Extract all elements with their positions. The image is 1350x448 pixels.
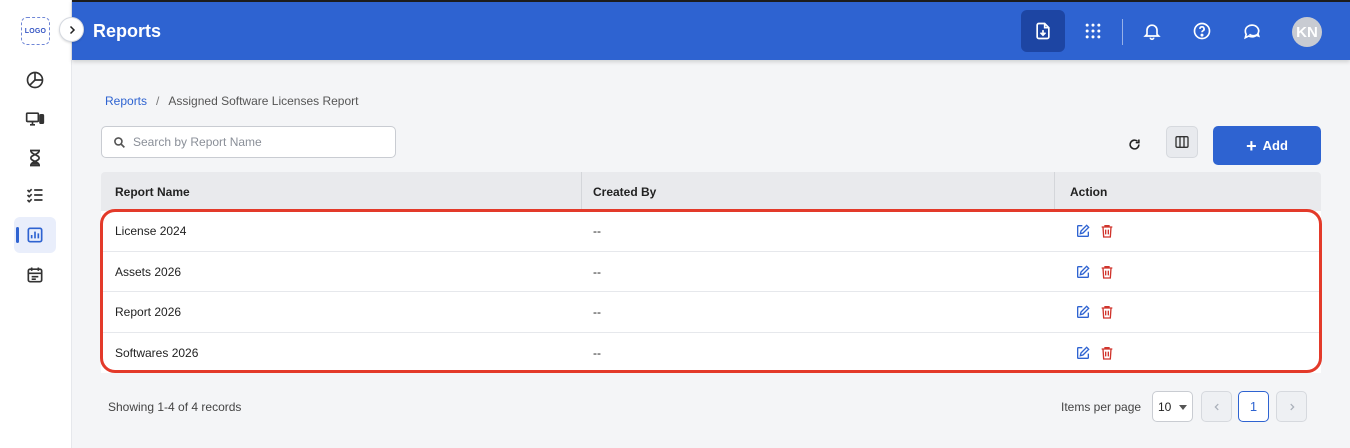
page-number-button[interactable]: 1	[1238, 391, 1269, 422]
trash-icon	[1101, 225, 1113, 238]
edit-button[interactable]	[1075, 264, 1091, 280]
edit-icon	[1077, 224, 1090, 237]
checklist-icon	[26, 188, 43, 203]
column-divider	[581, 172, 582, 211]
trash-icon	[1101, 346, 1113, 360]
items-per-page-value: 10	[1158, 400, 1172, 414]
row-actions	[1075, 264, 1115, 280]
report-name-cell[interactable]: Softwares 2026	[115, 346, 198, 360]
help-button[interactable]	[1180, 10, 1224, 52]
row-actions	[1075, 345, 1115, 361]
pie-chart-icon	[26, 71, 44, 89]
column-divider	[1054, 172, 1055, 211]
devices-icon	[25, 112, 45, 126]
chevron-right-icon	[69, 25, 75, 34]
breadcrumb: Reports / Assigned Software Licenses Repor…	[105, 94, 358, 108]
columns-icon	[1175, 136, 1189, 148]
sidebar-item-dashboard[interactable]	[14, 62, 56, 98]
edit-button[interactable]	[1075, 345, 1091, 361]
breadcrumb-separator: /	[156, 94, 160, 108]
table-header: Report Name Created By Action	[101, 172, 1321, 211]
delete-button[interactable]	[1099, 223, 1115, 239]
report-name-cell[interactable]: Report 2026	[115, 305, 181, 319]
report-chart-icon	[27, 227, 43, 243]
search-icon	[114, 137, 125, 148]
report-name-cell[interactable]: Assets 2026	[115, 265, 181, 279]
breadcrumb-current: Assigned Software Licenses Report	[168, 94, 359, 108]
items-per-page-label: Items per page	[1061, 400, 1142, 414]
sidebar-item-devices[interactable]	[14, 101, 56, 137]
edit-button[interactable]	[1075, 304, 1091, 320]
chat-button[interactable]	[1230, 10, 1274, 52]
caret-down-icon	[1179, 405, 1187, 410]
bell-icon	[1143, 24, 1161, 41]
column-header-action: Action	[1070, 184, 1108, 199]
trash-icon	[1101, 265, 1113, 279]
refresh-icon	[1128, 138, 1140, 150]
delete-button[interactable]	[1099, 264, 1115, 280]
topbar-divider	[1122, 19, 1123, 45]
sidebar-expand-button[interactable]	[59, 17, 84, 42]
created-by-cell: --	[593, 345, 601, 360]
table-row: Assets 2026 --	[101, 251, 1321, 292]
chat-icon	[1244, 24, 1260, 40]
edit-icon	[1077, 305, 1090, 318]
hourglass-icon	[29, 149, 41, 167]
created-by-cell: --	[593, 305, 601, 319]
sidebar-item-calendar[interactable]	[14, 257, 56, 293]
delete-button[interactable]	[1099, 304, 1115, 320]
report-name-cell[interactable]: License 2024	[115, 224, 186, 238]
items-per-page-select[interactable]: 10	[1152, 391, 1193, 422]
delete-button[interactable]	[1099, 345, 1115, 361]
avatar[interactable]: KN	[1292, 17, 1322, 47]
breadcrumb-link-reports[interactable]: Reports	[105, 94, 147, 108]
notifications-button[interactable]	[1130, 10, 1174, 52]
sidebar: LOGO	[0, 0, 72, 448]
edit-icon	[1077, 345, 1090, 359]
records-count: Showing 1-4 of 4 records	[108, 400, 242, 414]
search-box	[101, 126, 396, 158]
sidebar-item-reports[interactable]	[14, 217, 56, 253]
reports-table: Report Name Created By Action License 20…	[101, 172, 1321, 373]
apps-button[interactable]	[1071, 10, 1115, 52]
chevron-left-icon	[1213, 403, 1219, 410]
search-input[interactable]	[133, 127, 388, 157]
apps-grid-icon	[1085, 23, 1101, 39]
download-report-button[interactable]	[1021, 10, 1065, 52]
table-row: License 2024 --	[101, 211, 1321, 252]
chevron-right-icon	[1289, 403, 1295, 410]
next-page-button[interactable]	[1276, 391, 1307, 422]
column-header-report-name[interactable]: Report Name	[115, 185, 190, 199]
trash-icon	[1101, 306, 1113, 319]
column-header-created-by[interactable]: Created By	[593, 185, 656, 199]
row-actions	[1075, 223, 1115, 239]
page-title: Reports	[93, 21, 162, 41]
add-button[interactable]: + Add	[1213, 126, 1321, 165]
logo: LOGO	[21, 17, 50, 45]
add-button-label: Add	[1262, 138, 1288, 153]
sidebar-item-pending[interactable]	[14, 140, 56, 176]
plus-icon: +	[1246, 135, 1257, 156]
table-row: Report 2026 --	[101, 292, 1321, 333]
top-bar: Reports KN	[72, 0, 1350, 60]
previous-page-button[interactable]	[1201, 391, 1232, 422]
download-report-icon	[1036, 22, 1050, 40]
help-icon	[1193, 22, 1211, 40]
edit-button[interactable]	[1075, 223, 1091, 239]
created-by-cell: --	[593, 224, 601, 238]
refresh-button[interactable]	[1121, 131, 1147, 157]
table-row: Softwares 2026 --	[101, 332, 1321, 373]
edit-icon	[1077, 264, 1090, 278]
row-actions	[1075, 304, 1115, 320]
sidebar-item-tasks[interactable]	[14, 177, 56, 213]
columns-button[interactable]	[1166, 126, 1198, 158]
created-by-cell: --	[593, 264, 601, 279]
calendar-icon	[27, 267, 43, 283]
